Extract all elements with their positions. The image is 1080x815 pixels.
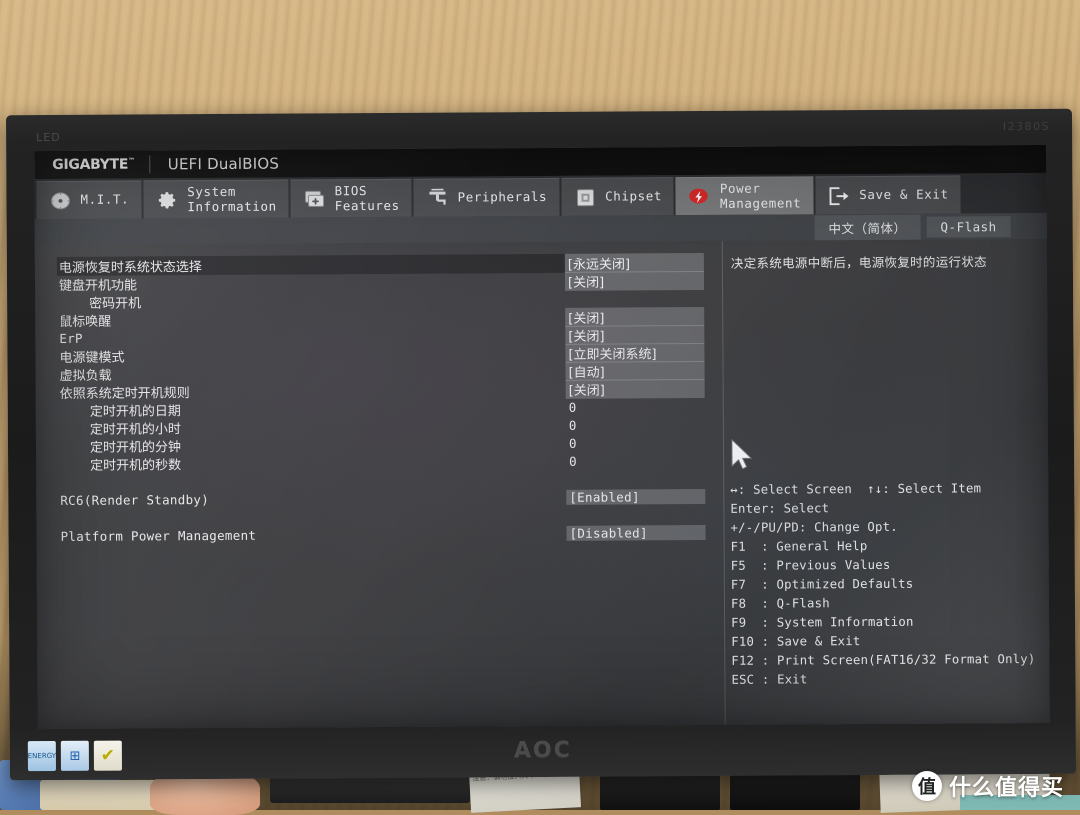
option-value bbox=[566, 514, 705, 515]
energy-star-sticker: ENERGY bbox=[28, 741, 56, 771]
key-legend-line: Enter: Select bbox=[730, 498, 1044, 519]
key-legend-line: F1 : General Help bbox=[731, 536, 1045, 557]
key-legend-line: F8 : Q-Flash bbox=[731, 593, 1045, 614]
tab-chipset[interactable]: Chipset bbox=[561, 177, 674, 216]
option-label: Platform Power Management bbox=[59, 525, 567, 543]
tab-label: System Information bbox=[187, 185, 277, 214]
help-description: 决定系统电源中断后，电源恢复时的运行状态 bbox=[723, 249, 1047, 272]
tab-peripherals[interactable]: Peripherals bbox=[414, 178, 560, 217]
language-button[interactable]: 中文（简体） bbox=[814, 214, 920, 240]
help-pane: 决定系统电源中断后，电源恢复时的运行状态 ↔: Select Screen ↑↓… bbox=[722, 239, 1050, 725]
gauge-icon bbox=[48, 189, 72, 211]
key-legend-line: +/-/PU/PD: Change Opt. bbox=[730, 517, 1044, 538]
power-lightning-icon bbox=[688, 185, 712, 207]
option-label: ErP bbox=[57, 327, 565, 345]
tab-label: Power Management bbox=[720, 182, 801, 211]
option-value[interactable]: 0 bbox=[566, 434, 705, 450]
chipset-icon bbox=[573, 186, 597, 208]
option-row[interactable]: Platform Power Management[Disabled] bbox=[58, 523, 705, 545]
option-value bbox=[566, 478, 705, 479]
option-value[interactable]: [Disabled] bbox=[566, 524, 705, 540]
option-label bbox=[58, 515, 566, 518]
gigabyte-logo-text: GIGABYTE bbox=[52, 157, 128, 173]
tab-label: Chipset bbox=[605, 190, 662, 205]
tab-mit[interactable]: M.I.T. bbox=[36, 180, 141, 219]
bios-chip-icon bbox=[303, 188, 327, 210]
option-label: RC6(Render Standby) bbox=[58, 489, 566, 507]
option-value bbox=[565, 298, 704, 299]
option-value[interactable]: [关闭] bbox=[565, 271, 704, 291]
bezel-model-label: I2380S bbox=[1003, 120, 1050, 133]
key-legend-line: F12 : Print Screen(FAT16/32 Format Only) bbox=[731, 650, 1045, 671]
key-legend-line: F10 : Save & Exit bbox=[731, 631, 1045, 652]
watermark: 值 什么值得买 bbox=[912, 770, 1064, 802]
mouse-cursor bbox=[730, 439, 754, 477]
bios-screen: GIGABYTE™ UEFI DualBIOS M.I.T. System In… bbox=[34, 145, 1050, 729]
windows-sticker: ⊞ bbox=[61, 741, 89, 771]
option-value[interactable]: [自动] bbox=[565, 360, 704, 380]
tab-system-information[interactable]: System Information bbox=[143, 180, 289, 219]
aoc-brand-logo: AOC bbox=[514, 738, 572, 763]
peripherals-icon bbox=[426, 187, 450, 209]
watermark-badge: 值 bbox=[912, 771, 942, 801]
bezel-led-label: LED bbox=[36, 131, 61, 144]
option-value[interactable]: [立即关闭系统] bbox=[565, 343, 704, 363]
monitor: LED I2380S GIGABYTE™ UEFI DualBIOS M.I.T… bbox=[6, 109, 1076, 780]
key-legend-line: F7 : Optimized Defaults bbox=[731, 574, 1045, 595]
bios-body: 电源恢复时系统状态选择[永远关闭]键盘开机功能[关闭]密码开机鼠标唤醒[关闭]E… bbox=[35, 239, 1050, 729]
option-value[interactable]: 0 bbox=[566, 398, 705, 414]
uefi-title: UEFI DualBIOS bbox=[150, 155, 279, 174]
key-legend: ↔: Select Screen ↑↓: Select ItemEnter: S… bbox=[730, 479, 1045, 690]
tab-power-management[interactable]: Power Management bbox=[676, 176, 813, 215]
tab-bios-features[interactable]: BIOS Features bbox=[291, 179, 412, 218]
tab-label: Save & Exit bbox=[859, 188, 948, 203]
desk-object-cable bbox=[270, 775, 470, 803]
key-legend-line: F9 : System Information bbox=[731, 612, 1045, 633]
tab-save-and-exit[interactable]: Save & Exit bbox=[815, 175, 961, 214]
options-pane: 电源恢复时系统状态选择[永远关闭]键盘开机功能[关闭]密码开机鼠标唤醒[关闭]E… bbox=[35, 241, 725, 729]
exit-arrow-icon bbox=[827, 185, 851, 207]
key-legend-line: ESC : Exit bbox=[731, 669, 1045, 690]
option-value[interactable]: 0 bbox=[566, 452, 705, 468]
option-value[interactable]: [Enabled] bbox=[566, 488, 705, 504]
key-legend-line: ↔: Select Screen ↑↓: Select Item bbox=[730, 479, 1044, 500]
tab-label: BIOS Features bbox=[335, 184, 400, 213]
tab-label: Peripherals bbox=[458, 190, 547, 205]
trademark-symbol: ™ bbox=[128, 157, 135, 165]
tab-label: M.I.T. bbox=[80, 193, 129, 208]
gear-icon bbox=[155, 189, 179, 211]
key-legend-line: F5 : Previous Values bbox=[731, 555, 1045, 576]
option-label bbox=[58, 479, 566, 482]
option-value[interactable]: [关闭] bbox=[566, 378, 705, 398]
option-value[interactable]: [永远关闭] bbox=[565, 253, 704, 273]
option-value[interactable]: 0 bbox=[566, 416, 705, 432]
gigabyte-logo: GIGABYTE™ bbox=[34, 156, 149, 173]
option-value[interactable]: [关闭] bbox=[565, 307, 704, 327]
tab-bar: M.I.T. System Information BIOS Features … bbox=[34, 173, 1046, 219]
bezel-stickers: ENERGY ⊞ ✔ bbox=[28, 741, 122, 772]
option-value[interactable]: [关闭] bbox=[565, 325, 704, 345]
q-flash-button[interactable]: Q-Flash bbox=[926, 216, 1010, 238]
watermark-text: 什么值得买 bbox=[949, 770, 1064, 802]
certification-sticker: ✔ bbox=[94, 741, 122, 771]
